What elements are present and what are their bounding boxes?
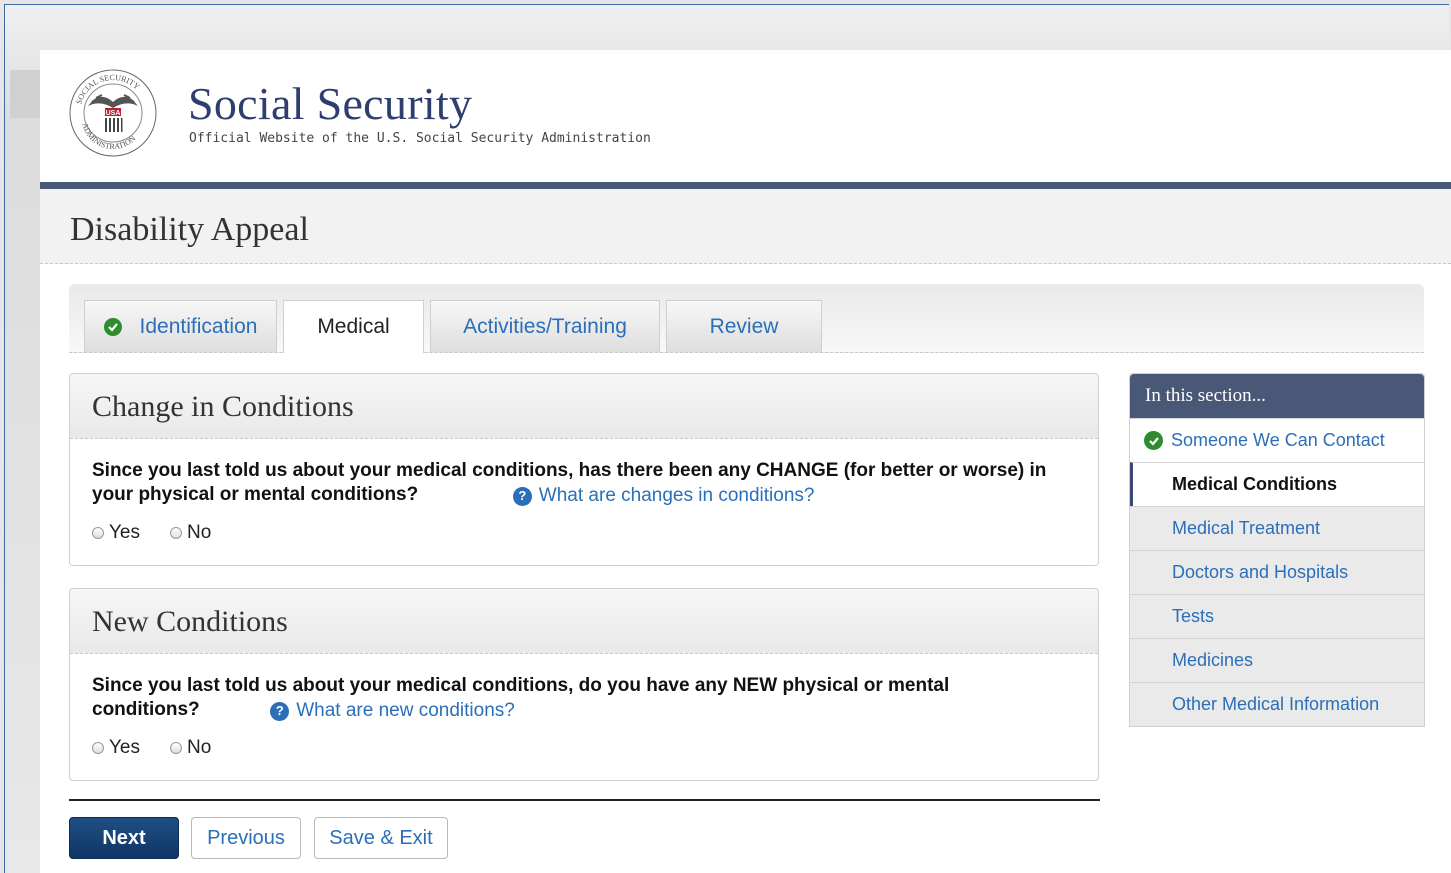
section-title: Change in Conditions	[92, 390, 354, 423]
tab-label: Review	[709, 314, 779, 338]
ssa-seal-logo[interactable]: USA SOCIAL SECURITY ADMINISTRATION	[68, 68, 158, 158]
side-shadow	[10, 70, 40, 118]
radio-label: No	[187, 737, 212, 758]
question-text: Since you last told us about your medica…	[92, 674, 992, 723]
site-header: USA SOCIAL SECURITY ADMINISTRATION Socia…	[40, 50, 1451, 189]
next-button[interactable]: Next	[69, 817, 179, 859]
radio-label: Yes	[109, 522, 140, 543]
nav-item-label: Someone We Can Contact	[1171, 430, 1385, 450]
change-no-radio[interactable]: No	[170, 522, 211, 544]
previous-button[interactable]: Previous	[191, 817, 301, 859]
svg-text:USA: USA	[106, 110, 121, 117]
new-radio-group: Yes No	[92, 737, 241, 759]
nav-item-doctors-and-hospitals[interactable]: Doctors and Hospitals	[1130, 550, 1424, 594]
page: USA SOCIAL SECURITY ADMINISTRATION Socia…	[40, 50, 1451, 873]
nav-item-other-medical-information[interactable]: Other Medical Information	[1130, 682, 1424, 726]
panel-header: Change in Conditions	[70, 374, 1098, 439]
change-radio-group: Yes No	[92, 522, 241, 544]
tab-label: Activities/Training	[463, 314, 627, 338]
page-title: Disability Appeal	[70, 211, 309, 248]
section-nav-heading: In this section...	[1130, 374, 1424, 418]
check-icon	[1144, 431, 1163, 450]
radio-circle-icon[interactable]	[92, 742, 104, 754]
save-exit-button[interactable]: Save & Exit	[314, 817, 448, 859]
tab-label: Medical	[317, 315, 390, 338]
divider	[69, 799, 1100, 801]
question-mark-icon: ?	[512, 486, 532, 506]
nav-item-tests[interactable]: Tests	[1130, 594, 1424, 638]
question-mark-icon: ?	[270, 701, 290, 721]
title-band: Disability Appeal	[40, 189, 1451, 264]
help-link-new[interactable]: ? What are new conditions?	[270, 699, 515, 723]
tab-identification[interactable]: Identification	[84, 300, 277, 352]
nav-item-label: Other Medical Information	[1172, 694, 1380, 714]
nav-item-label: Doctors and Hospitals	[1172, 562, 1349, 582]
nav-item-medical-conditions[interactable]: Medical Conditions	[1130, 462, 1424, 506]
change-yes-radio[interactable]: Yes	[92, 522, 140, 544]
help-link-label: What are new conditions?	[296, 700, 515, 721]
site-title[interactable]: Social Security	[188, 78, 472, 130]
radio-label: No	[187, 522, 212, 543]
new-no-radio[interactable]: No	[170, 737, 211, 759]
check-icon	[103, 317, 122, 336]
nav-item-label: Medical Conditions	[1172, 474, 1338, 494]
question-text: Since you last told us about your medica…	[92, 459, 1082, 508]
new-conditions-panel: New Conditions Since you last told us ab…	[69, 588, 1099, 781]
radio-circle-icon[interactable]	[92, 527, 104, 539]
site-subtitle: Official Website of the U.S. Social Secu…	[189, 131, 651, 146]
radio-circle-icon[interactable]	[170, 527, 182, 539]
help-link-label: What are changes in conditions?	[538, 485, 815, 506]
section-nav: In this section... Someone We Can Contac…	[1129, 373, 1425, 727]
nav-item-medical-treatment[interactable]: Medical Treatment	[1130, 506, 1424, 550]
radio-circle-icon[interactable]	[170, 742, 182, 754]
tab-label: Identification	[139, 314, 258, 338]
tab-bar: Identification Medical Activities/Traini…	[69, 284, 1424, 353]
nav-item-label: Medical Treatment	[1172, 518, 1321, 538]
question-label: Since you last told us about your medica…	[92, 675, 950, 720]
tab-review[interactable]: Review	[666, 300, 822, 352]
new-yes-radio[interactable]: Yes	[92, 737, 140, 759]
radio-label: Yes	[109, 737, 140, 758]
nav-item-someone-we-can-contact[interactable]: Someone We Can Contact	[1130, 418, 1424, 462]
section-title: New Conditions	[92, 605, 288, 638]
tab-activities-training[interactable]: Activities/Training	[430, 300, 660, 352]
header-bar	[40, 182, 1451, 189]
help-link-changes[interactable]: ? What are changes in conditions?	[512, 484, 815, 508]
nav-item-label: Tests	[1172, 606, 1215, 626]
nav-item-medicines[interactable]: Medicines	[1130, 638, 1424, 682]
tab-medical[interactable]: Medical	[283, 300, 424, 353]
panel-header: New Conditions	[70, 589, 1098, 654]
change-in-conditions-panel: Change in Conditions Since you last told…	[69, 373, 1099, 566]
nav-item-label: Medicines	[1172, 650, 1254, 670]
